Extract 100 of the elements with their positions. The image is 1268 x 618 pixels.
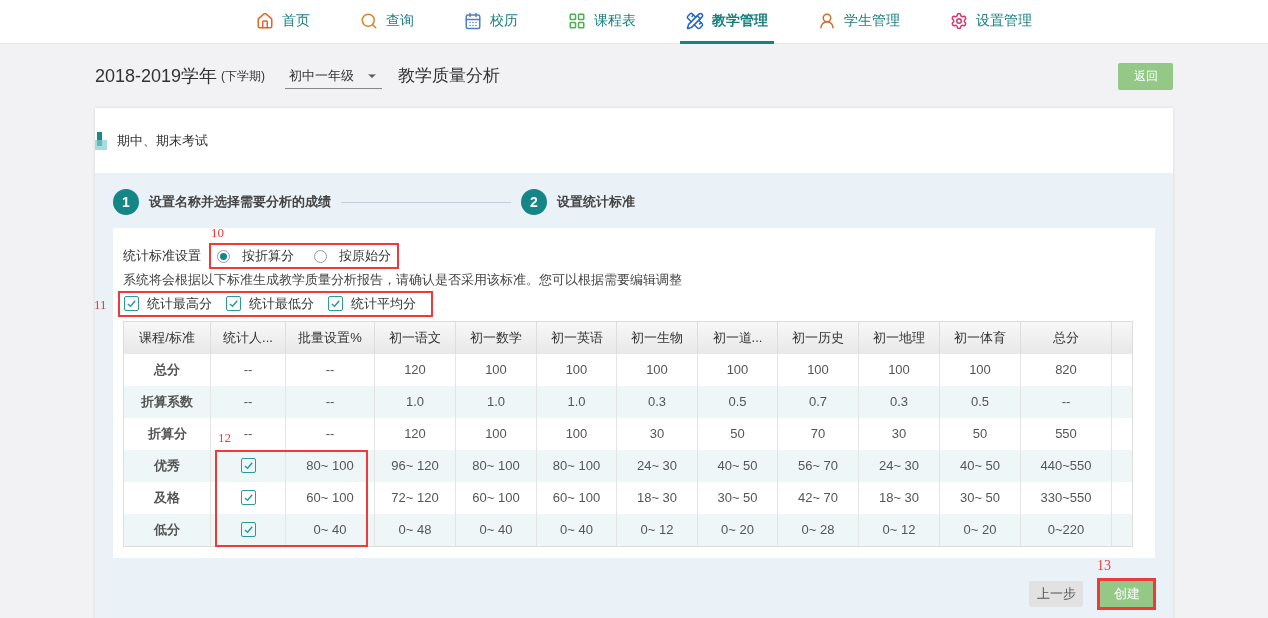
table-cell: -- — [286, 353, 375, 386]
table-cell: 70 — [778, 417, 859, 450]
nav-tab[interactable]: 首页 — [250, 0, 316, 44]
table-cell: 0~ 48 — [375, 513, 456, 546]
table-cell: 100 — [859, 353, 940, 386]
table-cell: 0~ 12 — [859, 513, 940, 546]
row-header: 及格 — [124, 481, 211, 514]
table-cell: -- — [211, 385, 286, 418]
nav-tab[interactable]: 查询 — [354, 0, 420, 44]
table-cell: 0.5 — [940, 385, 1021, 418]
row-header: 折算系数 — [124, 385, 211, 418]
table-cell: 60~ 100 — [456, 481, 537, 514]
row-header: 低分 — [124, 513, 211, 546]
nav-tab[interactable]: 学生管理 — [812, 0, 906, 44]
person-icon — [818, 11, 836, 30]
table-cell: 18~ 30 — [617, 481, 698, 514]
table-cell: -- — [286, 385, 375, 418]
radio-option[interactable]: 按折算分 — [217, 246, 294, 266]
row-header: 折算分 — [124, 417, 211, 450]
table-cell: 30 — [617, 417, 698, 450]
column-header: 初一历史 — [778, 321, 859, 354]
checkbox[interactable] — [124, 296, 139, 311]
table-cell: 80~ 100 — [537, 449, 617, 482]
checkbox-label: 统计最高分 — [147, 294, 212, 313]
checkbox[interactable] — [240, 458, 256, 473]
column-header: 批量设置% — [286, 321, 375, 354]
table-cell: 0~220 — [1021, 513, 1112, 546]
row-header: 总分 — [124, 353, 211, 386]
home-icon — [256, 11, 274, 30]
table-cell: 100 — [617, 353, 698, 386]
annotation-number: 11 — [94, 295, 107, 314]
checkmark-icon — [228, 298, 239, 309]
table-cell: 96~ 120 — [375, 449, 456, 482]
table-cell: 50 — [940, 417, 1021, 450]
annotation-number: 10 — [211, 224, 224, 242]
checkbox[interactable] — [240, 490, 256, 505]
table-cell: 56~ 70 — [778, 449, 859, 482]
column-header: 初一道... — [698, 321, 778, 354]
grade-dropdown[interactable]: 初中一年级 — [285, 63, 383, 89]
table-cell: 50 — [698, 417, 778, 450]
table-cell: 330~550 — [1021, 481, 1112, 514]
table-cell: 100 — [778, 353, 859, 386]
table-cell: 60~ 100 — [286, 481, 375, 514]
previous-step-button[interactable]: 上一步 — [1029, 581, 1083, 607]
column-header: 初一英语 — [537, 321, 617, 354]
section-marker-icon — [95, 131, 107, 150]
table-cell: 80~ 100 — [456, 449, 537, 482]
checkbox[interactable] — [240, 522, 256, 537]
column-header: 初一语文 — [375, 321, 456, 354]
checkbox[interactable] — [328, 296, 343, 311]
search-icon — [360, 11, 378, 30]
table-cell: 440~550 — [1021, 449, 1112, 482]
table-cell: 550 — [1021, 417, 1112, 450]
table-cell: 40~ 50 — [698, 449, 778, 482]
school-year: 2018-2019学年 — [95, 64, 218, 88]
checkmark-icon — [242, 524, 254, 535]
table-cell: 100 — [537, 417, 617, 450]
table-cell: 1.0 — [456, 385, 537, 418]
table-cell: 30 — [859, 417, 940, 450]
calendar-icon — [464, 11, 482, 30]
annotation-number: 12 — [218, 428, 231, 447]
nav-tab[interactable]: 教学管理 — [680, 0, 774, 44]
table-cell: -- — [286, 417, 375, 450]
step-number: 1 — [113, 189, 139, 215]
nav-tab[interactable]: 设置管理 — [944, 0, 1038, 44]
pencil-ruler-icon — [686, 11, 704, 30]
column-header: 初一数学 — [456, 321, 537, 354]
checkmark-icon — [242, 460, 254, 471]
table-cell: 1.0 — [375, 385, 456, 418]
table-cell: 0~ 28 — [778, 513, 859, 546]
step-label: 设置统计标准 — [557, 193, 635, 212]
table-cell: 100 — [537, 353, 617, 386]
annotation-number: 13 — [1097, 557, 1111, 575]
table-cell: 0~ 40 — [286, 513, 375, 546]
section-title: 期中、期末考试 — [117, 131, 208, 150]
radio-option[interactable]: 按原始分 — [314, 246, 391, 266]
column-header: 课程/标准 — [124, 321, 211, 354]
checkbox[interactable] — [226, 296, 241, 311]
table-cell: 0.5 — [698, 385, 778, 418]
checkmark-icon — [330, 298, 341, 309]
nav-tab[interactable]: 校历 — [458, 0, 524, 44]
table-cell: 0~ 20 — [698, 513, 778, 546]
table-cell: 0~ 20 — [940, 513, 1021, 546]
table-cell: 0.7 — [778, 385, 859, 418]
page-title: 教学质量分析 — [398, 65, 501, 88]
column-header: 初一地理 — [859, 321, 940, 354]
step-label: 设置名称并选择需要分析的成绩 — [149, 193, 331, 212]
term-label: (下学期) — [221, 68, 266, 85]
grid-icon — [568, 11, 586, 30]
step-number: 2 — [521, 189, 547, 215]
table-cell: 0.3 — [617, 385, 698, 418]
table-cell: 40~ 50 — [940, 449, 1021, 482]
column-header: 总分 — [1021, 321, 1112, 354]
table-cell: -- — [211, 353, 286, 386]
nav-tab[interactable]: 课程表 — [562, 0, 642, 44]
table-cell: 0~ 12 — [617, 513, 698, 546]
table-cell: 120 — [375, 353, 456, 386]
table-cell: 30~ 50 — [940, 481, 1021, 514]
table-cell: 1.0 — [537, 385, 617, 418]
column-header: 初一体育 — [940, 321, 1021, 354]
